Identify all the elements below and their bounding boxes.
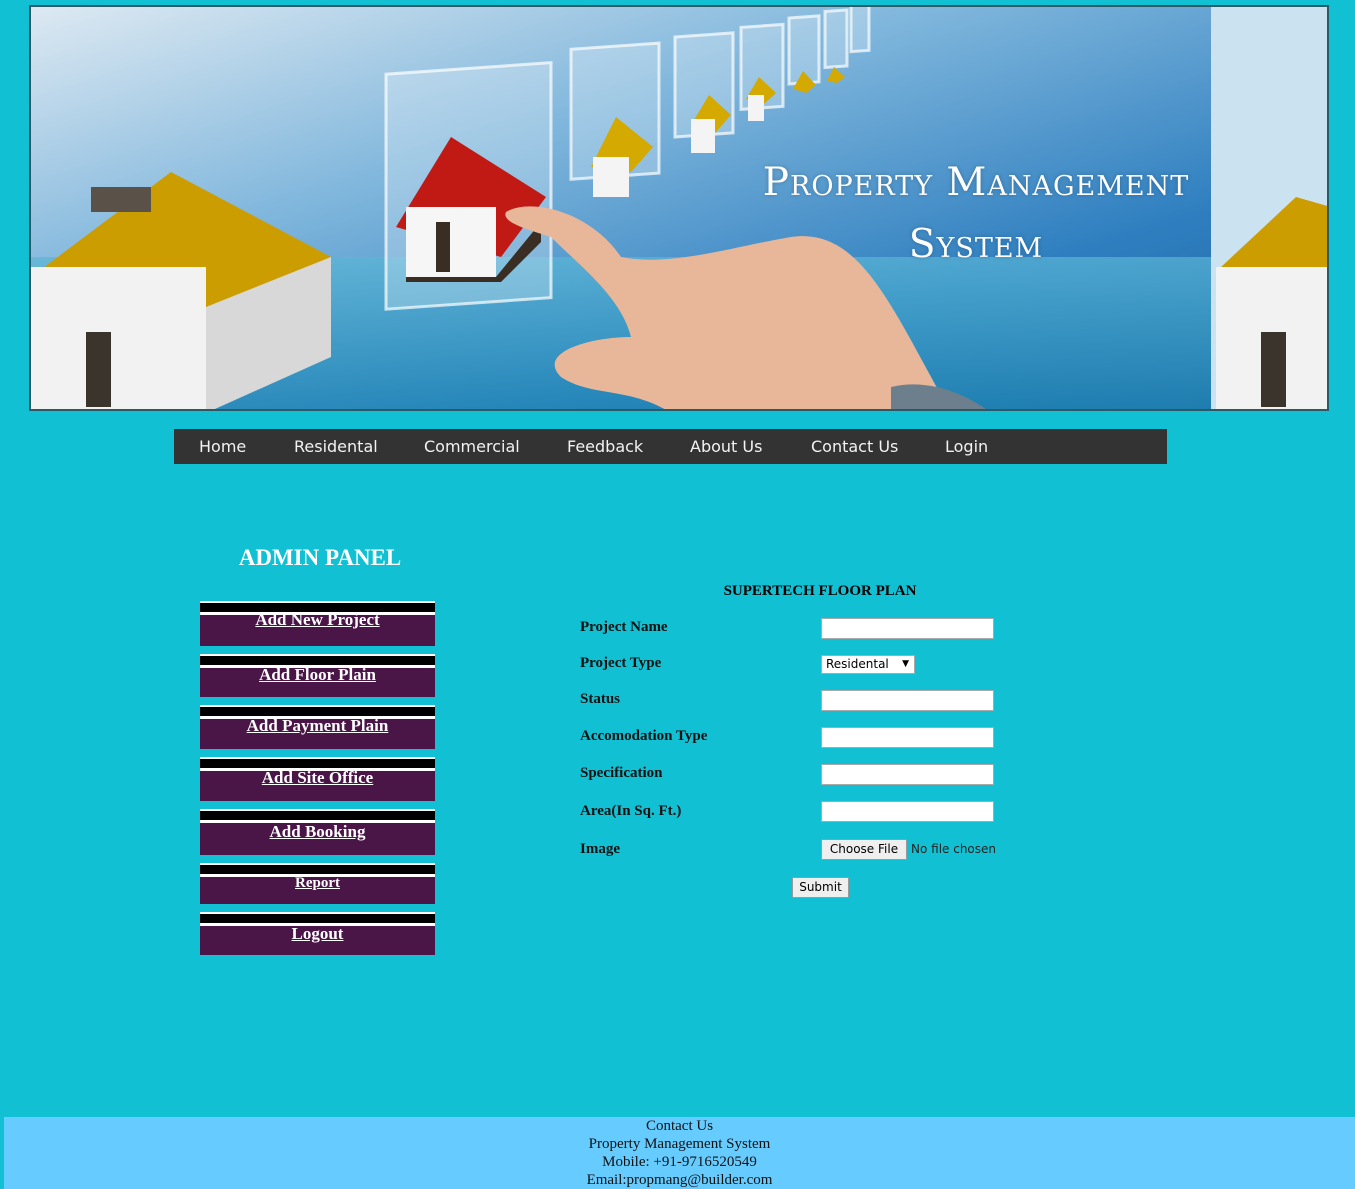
- report-link[interactable]: Report: [200, 875, 435, 892]
- specification-input[interactable]: [821, 764, 994, 785]
- project-name-label: Project Name: [580, 619, 668, 635]
- button-stripe: [200, 863, 435, 874]
- button-stripe: [200, 757, 435, 768]
- add-booking-link[interactable]: Add Booking: [200, 822, 435, 842]
- add-payment-plain-link[interactable]: Add Payment Plain: [200, 716, 435, 736]
- status-input[interactable]: [821, 690, 994, 711]
- nav-home[interactable]: Home: [199, 437, 246, 456]
- project-type-select[interactable]: Residental ▼: [821, 655, 915, 674]
- specification-label: Specification: [580, 765, 663, 781]
- project-type-value: Residental: [826, 657, 889, 671]
- submit-button[interactable]: Submit: [792, 877, 849, 898]
- nav-residental[interactable]: Residental: [294, 437, 378, 456]
- accomodation-type-label: Accomodation Type: [580, 728, 708, 744]
- logout-link[interactable]: Logout: [200, 924, 435, 944]
- button-stripe: [200, 654, 435, 665]
- banner-title-line2: System: [908, 222, 1044, 267]
- admin-panel-title: ADMIN PANEL: [238, 545, 402, 570]
- project-name-input[interactable]: [821, 618, 994, 639]
- banner-title: Property Management System: [731, 152, 1221, 276]
- add-new-project-link[interactable]: Add New Project: [200, 610, 435, 630]
- form-title: SUPERTECH FLOOR PLAN: [723, 583, 917, 599]
- status-label: Status: [580, 691, 621, 707]
- header-banner: Property Management System: [29, 5, 1329, 411]
- nav-commercial[interactable]: Commercial: [424, 437, 520, 456]
- add-site-office-button[interactable]: Add Site Office: [200, 757, 435, 801]
- report-button[interactable]: Report: [200, 863, 435, 904]
- project-type-label: Project Type: [580, 655, 662, 671]
- footer-company-name: Property Management System: [588, 1136, 771, 1152]
- file-status-text: No file chosen: [911, 842, 997, 856]
- add-payment-plain-button[interactable]: Add Payment Plain: [200, 705, 435, 749]
- banner-title-line1: Property Management: [762, 160, 1190, 205]
- footer-mobile: Mobile: +91-9716520549: [602, 1154, 757, 1170]
- choose-file-button[interactable]: Choose File: [821, 839, 907, 860]
- nav-contact-us[interactable]: Contact Us: [811, 437, 898, 456]
- add-site-office-link[interactable]: Add Site Office: [200, 768, 435, 788]
- footer-email: Email:propmang@builder.com: [586, 1172, 773, 1188]
- logout-button[interactable]: Logout: [200, 912, 435, 955]
- nav-about-us[interactable]: About Us: [690, 437, 762, 456]
- main-nav: Home Residental Commercial Feedback Abou…: [174, 429, 1167, 464]
- image-label: Image: [580, 841, 620, 857]
- dropdown-arrow-icon: ▼: [902, 659, 909, 669]
- button-stripe: [200, 912, 435, 923]
- add-floor-plain-button[interactable]: Add Floor Plain: [200, 654, 435, 697]
- nav-feedback[interactable]: Feedback: [567, 437, 643, 456]
- area-input[interactable]: [821, 801, 994, 822]
- add-new-project-button[interactable]: Add New Project: [200, 601, 435, 646]
- add-floor-plain-link[interactable]: Add Floor Plain: [200, 665, 435, 685]
- area-label: Area(In Sq. Ft.): [580, 803, 682, 819]
- footer: Contact Us Property Management System Mo…: [4, 1117, 1355, 1189]
- accomodation-type-input[interactable]: [821, 727, 994, 748]
- button-stripe: [200, 705, 435, 716]
- add-booking-button[interactable]: Add Booking: [200, 809, 435, 855]
- footer-contact-heading: Contact Us: [645, 1118, 714, 1134]
- button-stripe: [200, 809, 435, 820]
- nav-login[interactable]: Login: [945, 437, 988, 456]
